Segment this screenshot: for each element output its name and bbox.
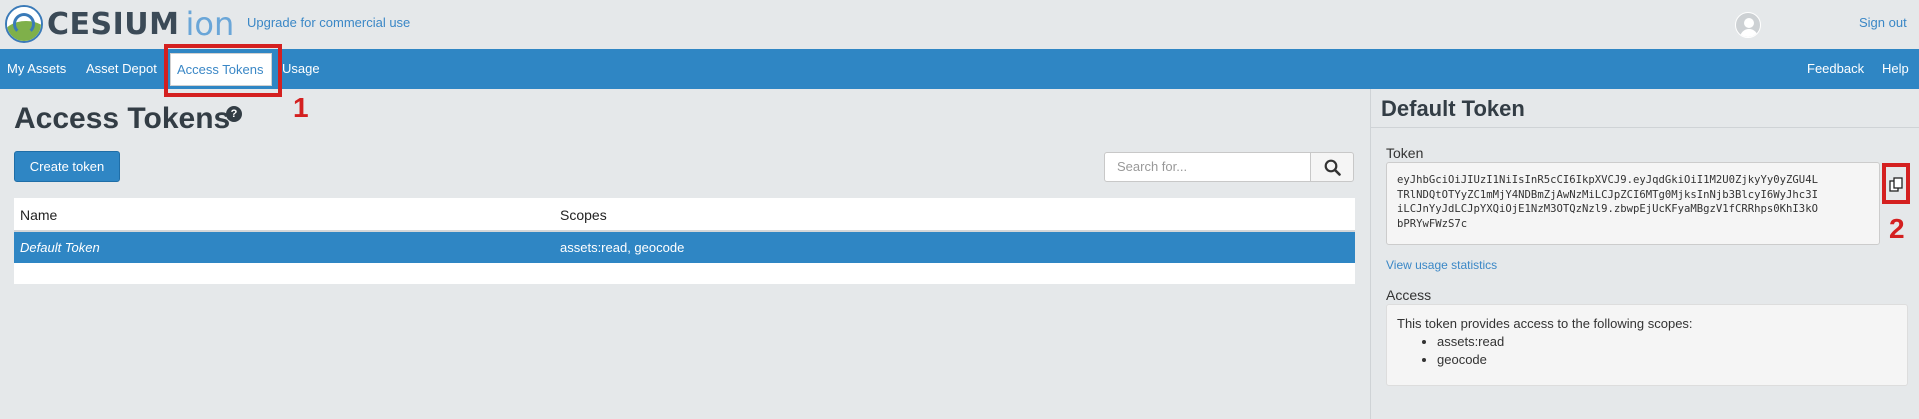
nav-usage[interactable]: Usage — [282, 61, 320, 76]
scope-item: geocode — [1437, 351, 1897, 369]
cesium-ion-logo[interactable]: CESIUM ion — [5, 5, 234, 43]
scope-list: assets:read geocode — [1437, 333, 1897, 369]
logo-ion-text: ion — [185, 5, 235, 43]
copy-icon — [1889, 177, 1903, 192]
cesium-logo-icon — [5, 5, 43, 43]
token-line: bPRYwFWzS7c — [1397, 217, 1468, 230]
column-header-name[interactable]: Name — [20, 207, 57, 223]
copy-token-button[interactable] — [1882, 163, 1910, 204]
table-row[interactable]: Default Token assets:read, geocode — [14, 232, 1355, 263]
token-textbox[interactable]: eyJhbGciOiJIUzI1NiIsInR5cCI6IkpXVCJ9.eyJ… — [1386, 162, 1880, 245]
sign-out-link[interactable]: Sign out — [1859, 15, 1907, 30]
nav-asset-depot[interactable]: Asset Depot — [86, 61, 157, 76]
search-icon — [1324, 159, 1341, 176]
token-line: iLCJnYyJdLCJpYXQiOjE1NzM3OTQzNzl9.zbwpEj… — [1397, 203, 1818, 215]
upgrade-link[interactable]: Upgrade for commercial use — [247, 15, 410, 30]
row-name: Default Token — [20, 240, 100, 255]
access-box: This token provides access to the follow… — [1386, 304, 1908, 386]
nav-my-assets[interactable]: My Assets — [7, 61, 66, 76]
token-line: eyJhbGciOiJIUzI1NiIsInR5cCI6IkpXVCJ9.eyJ… — [1397, 174, 1818, 186]
search-input[interactable]: Search for... — [1104, 152, 1311, 182]
top-bar: CESIUM ion Upgrade for commercial use Si… — [0, 0, 1919, 49]
row-scopes: assets:read, geocode — [560, 240, 685, 255]
create-token-button[interactable]: Create token — [14, 151, 120, 182]
panel-title: Default Token — [1381, 96, 1525, 121]
access-label: Access — [1386, 287, 1432, 303]
nav-feedback[interactable]: Feedback — [1807, 61, 1864, 76]
page-title: Access Tokens — [14, 102, 231, 135]
access-description: This token provides access to the follow… — [1397, 316, 1693, 331]
token-label: Token — [1386, 145, 1424, 161]
token-line: TRlNDQtOTYyZC1mMjY4NDBmZjAwNzMiLCJpZCI6M… — [1397, 188, 1818, 201]
highlight-box-1 — [164, 44, 282, 97]
search-button[interactable] — [1310, 152, 1354, 182]
nav-help[interactable]: Help — [1882, 61, 1909, 76]
scope-item: assets:read — [1437, 333, 1897, 351]
annotation-number-2: 2 — [1889, 213, 1905, 244]
main-nav: My Assets Asset Depot Access Tokens Usag… — [0, 49, 1919, 89]
logo-text: CESIUM — [47, 6, 180, 42]
column-header-scopes[interactable]: Scopes — [560, 207, 607, 223]
tokens-table: Name Scopes Default Token assets:read, g… — [14, 198, 1355, 284]
view-usage-statistics-link[interactable]: View usage statistics — [1386, 258, 1497, 272]
help-icon[interactable]: ? — [226, 106, 242, 122]
annotation-number-1: 1 — [293, 92, 309, 123]
user-avatar-icon[interactable] — [1735, 12, 1761, 38]
panel-title-divider — [1371, 127, 1919, 128]
panel-divider — [1370, 89, 1371, 419]
